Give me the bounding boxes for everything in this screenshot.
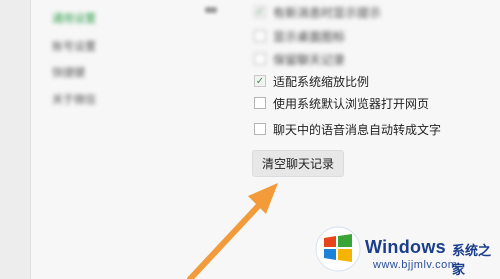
windows-logo-icon	[315, 226, 361, 272]
watermark-subtitle: 系统之家	[452, 244, 492, 278]
watermark-title: Windows	[365, 237, 446, 257]
watermark-url: www.bjjmlv.com	[373, 259, 458, 271]
watermark: Windows 系统之家 www.bjjmlv.com	[305, 218, 500, 279]
